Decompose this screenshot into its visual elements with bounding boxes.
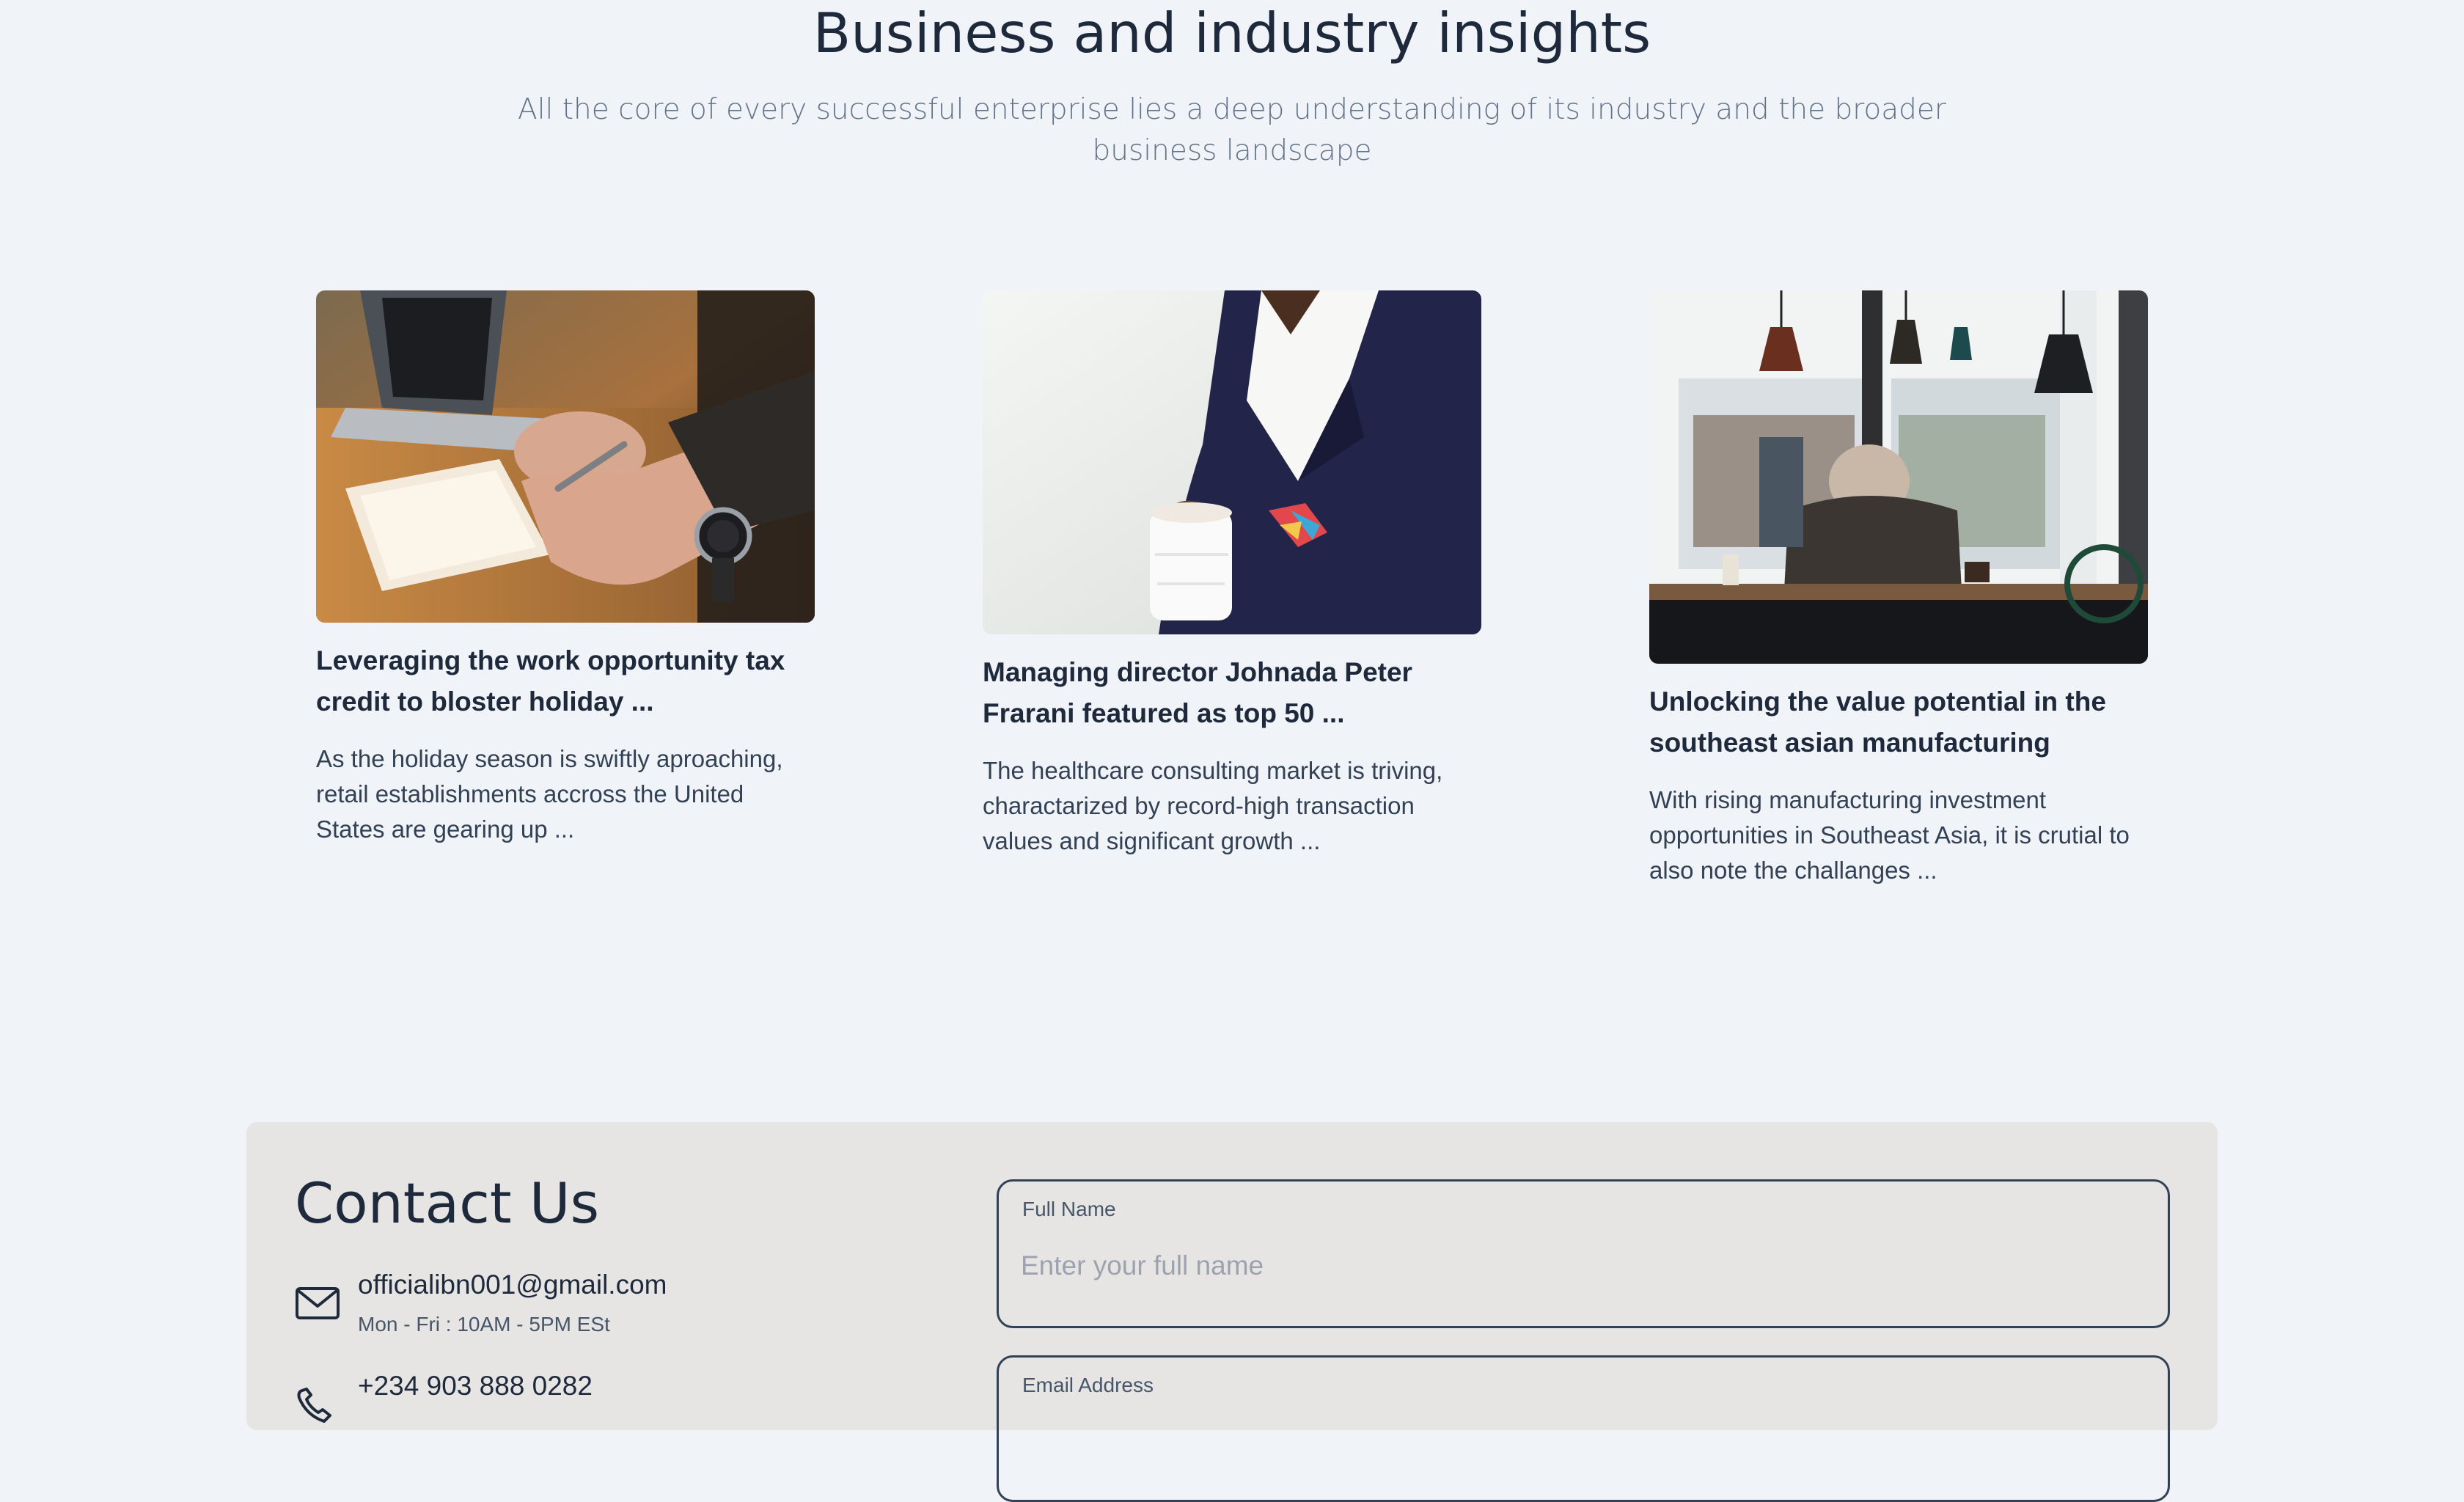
card-title[interactable]: Leveraging the work opportunity tax cred…	[316, 640, 815, 722]
card-excerpt: The healthcare consulting market is triv…	[983, 757, 1443, 854]
card-image-cafe[interactable]	[1649, 290, 2148, 664]
full-name-label: Full Name	[1022, 1198, 1116, 1220]
card-title[interactable]: Managing director Johnada Peter Frarani …	[983, 652, 1481, 734]
mail-icon	[296, 1287, 340, 1319]
card-image-notebook-writing[interactable]	[316, 290, 815, 623]
section-title: Business and industry insights	[813, 1, 1651, 65]
insight-card[interactable]: Leveraging the work opportunity tax cred…	[316, 290, 815, 847]
section-subtitle: All the core of every successful enterpr…	[518, 93, 1946, 167]
contact-section: Contact Us officialibn001@gmail.com Mon …	[246, 1122, 2218, 1502]
insight-card[interactable]: Unlocking the value potential in the sou…	[1649, 290, 2148, 888]
insight-card[interactable]: Managing director Johnada Peter Frarani …	[983, 290, 1481, 859]
card-title[interactable]: Unlocking the value potential in the sou…	[1649, 681, 2148, 763]
email-address-label: Email Address	[1022, 1374, 1154, 1396]
contact-hours: Mon - Fri : 10AM - 5PM ESt	[358, 1313, 610, 1336]
full-name-input[interactable]	[1021, 1250, 2121, 1281]
card-excerpt: With rising manufacturing investment opp…	[1649, 786, 2130, 884]
contact-title: Contact Us	[295, 1171, 600, 1236]
phone-icon	[297, 1388, 331, 1423]
contact-email[interactable]: officialibn001@gmail.com	[358, 1269, 667, 1301]
email-address-field[interactable]: Email Address	[997, 1355, 2170, 1502]
full-name-field[interactable]: Full Name	[997, 1179, 2170, 1328]
card-image-director-coffee[interactable]	[983, 290, 1481, 634]
contact-phone[interactable]: +234 903 888 0282	[358, 1370, 593, 1402]
card-excerpt: As the holiday season is swiftly aproach…	[316, 745, 783, 843]
